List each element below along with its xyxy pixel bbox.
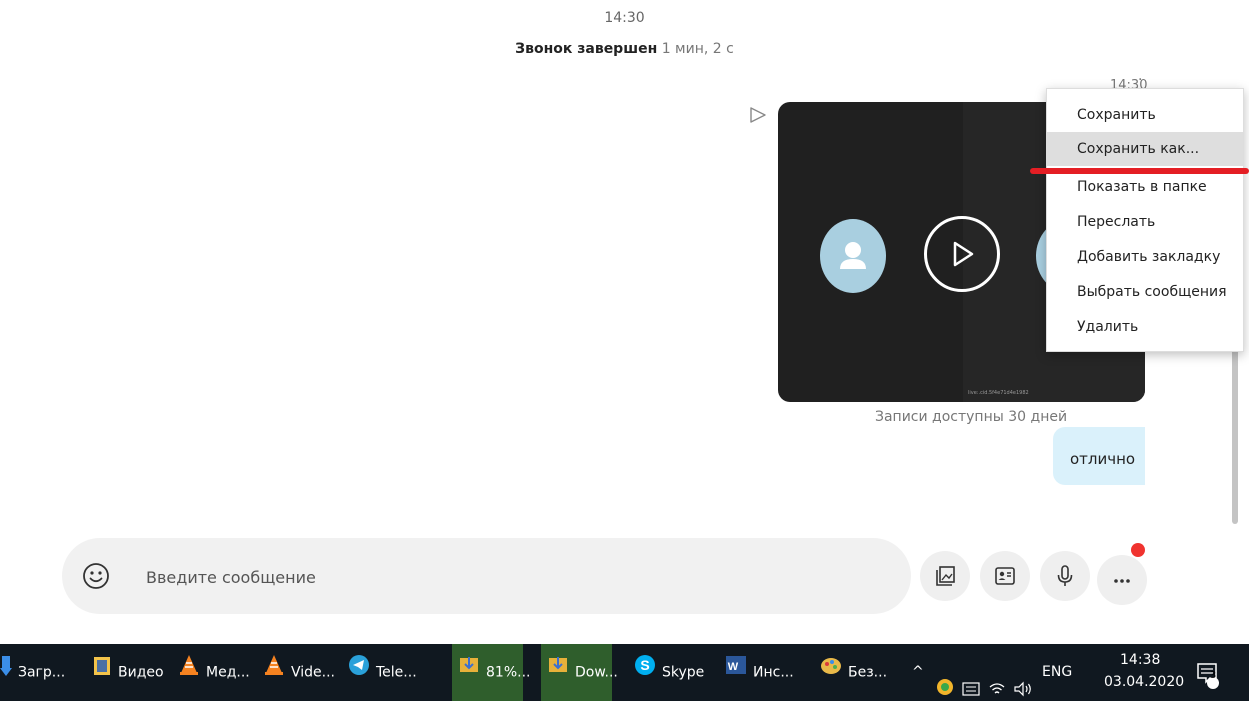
clock-time[interactable]: 14:38 (1120, 652, 1160, 668)
menu-item-delete[interactable]: Удалить (1047, 310, 1243, 344)
taskbar-item-word[interactable]: W Инс... (725, 644, 794, 701)
call-duration: 1 мин, 2 с (661, 41, 734, 57)
records-note: Записи доступны 30 дней (875, 409, 1068, 425)
download-manager-icon (547, 644, 569, 701)
taskbar-item-video[interactable]: Видео (92, 644, 164, 701)
download-icon (0, 644, 12, 701)
svg-text:S: S (640, 657, 649, 673)
play-button[interactable] (924, 216, 1000, 292)
taskbar-label: Vide... (291, 664, 336, 681)
windows-taskbar: Загр... Видео Мед... Vide... Tele... 81%… (0, 644, 1249, 701)
menu-item-select-messages[interactable]: Выбрать сообщения (1047, 275, 1243, 309)
taskbar-item-vlc[interactable]: Vide... (263, 644, 335, 701)
person-icon (840, 242, 866, 269)
emoji-icon[interactable] (82, 562, 110, 590)
chat-scrollbar[interactable] (1232, 340, 1238, 524)
taskbar-item-download-progress[interactable]: 81%... (452, 644, 530, 701)
notifications-count: 3 (1209, 670, 1217, 681)
taskbar-label: Видео (118, 664, 164, 681)
audio-message-button[interactable] (1040, 551, 1090, 601)
taskbar-label: Tele... (376, 664, 417, 681)
call-status: Звонок завершен (515, 41, 658, 57)
menu-item-forward[interactable]: Переслать (1047, 205, 1243, 239)
more-dots-icon (1114, 579, 1130, 583)
menu-item-bookmark[interactable]: Добавить закладку (1047, 240, 1243, 274)
taskbar-label: Dow... (575, 664, 618, 681)
vlc-icon (263, 644, 285, 701)
chevron-up-icon[interactable]: ^ (912, 644, 924, 701)
paint-icon (820, 644, 842, 701)
sent-icon (750, 107, 766, 123)
message-more-icon[interactable]: · (1138, 72, 1142, 88)
message-text: отлично (1070, 450, 1136, 468)
more-options-button[interactable] (1097, 555, 1147, 605)
clock-date[interactable]: 03.04.2020 (1104, 674, 1184, 690)
antivirus-icon[interactable] (936, 664, 954, 721)
play-icon (953, 241, 974, 267)
taskbar-label: 81%... (486, 664, 531, 681)
taskbar-label: Загр... (18, 664, 66, 681)
contact-card-icon (995, 567, 1015, 585)
vlc-icon (178, 644, 200, 701)
video-folder-icon (92, 644, 112, 701)
send-media-button[interactable] (920, 551, 970, 601)
telegram-icon (348, 644, 370, 701)
taskbar-item-paint[interactable]: Без... (820, 644, 887, 701)
context-menu: Сохранить Сохранить как... Показать в па… (1046, 88, 1244, 352)
taskbar-label: Без... (848, 664, 888, 681)
download-manager-icon (458, 644, 480, 701)
taskbar-item-telegram[interactable]: Tele... (348, 644, 417, 701)
menu-item-show-in-folder[interactable]: Показать в папке (1047, 170, 1243, 204)
video-caption: live:.cid.5f4e71d4e1982 (968, 390, 1029, 396)
call-time: 14:30 (604, 10, 645, 26)
message-composer (62, 538, 911, 614)
skype-icon: S (634, 644, 656, 701)
svg-text:W: W (728, 661, 739, 673)
participant-avatar (820, 219, 886, 293)
taskbar-item-download-manager[interactable]: Dow... (541, 644, 618, 701)
taskbar-label: Инс... (753, 664, 794, 681)
input-method-icon[interactable] (962, 665, 980, 722)
microphone-icon (1057, 565, 1073, 586)
action-center-button[interactable]: 3 (1196, 658, 1220, 715)
word-icon: W (725, 644, 747, 701)
highlight-underline (1030, 168, 1249, 174)
call-summary: Звонок завершен 1 мин, 2 с (0, 41, 1249, 57)
taskbar-item-downloads[interactable]: Загр... (0, 644, 65, 701)
taskbar-label: Skype (662, 664, 705, 681)
menu-item-save-as[interactable]: Сохранить как... (1047, 132, 1243, 166)
image-icon (936, 566, 955, 586)
taskbar-item-media-player[interactable]: Мед... (178, 644, 250, 701)
message-input[interactable] (144, 558, 848, 596)
volume-icon[interactable] (1013, 665, 1033, 722)
language-indicator[interactable]: ENG (1042, 644, 1072, 701)
taskbar-item-skype[interactable]: S Skype (634, 644, 704, 701)
wifi-icon[interactable] (988, 665, 1006, 722)
message-bubble[interactable]: отлично (1053, 427, 1145, 485)
taskbar-label: Мед... (206, 664, 250, 681)
send-contact-button[interactable] (980, 551, 1030, 601)
menu-item-save[interactable]: Сохранить (1047, 98, 1243, 132)
notification-dot (1131, 543, 1145, 557)
